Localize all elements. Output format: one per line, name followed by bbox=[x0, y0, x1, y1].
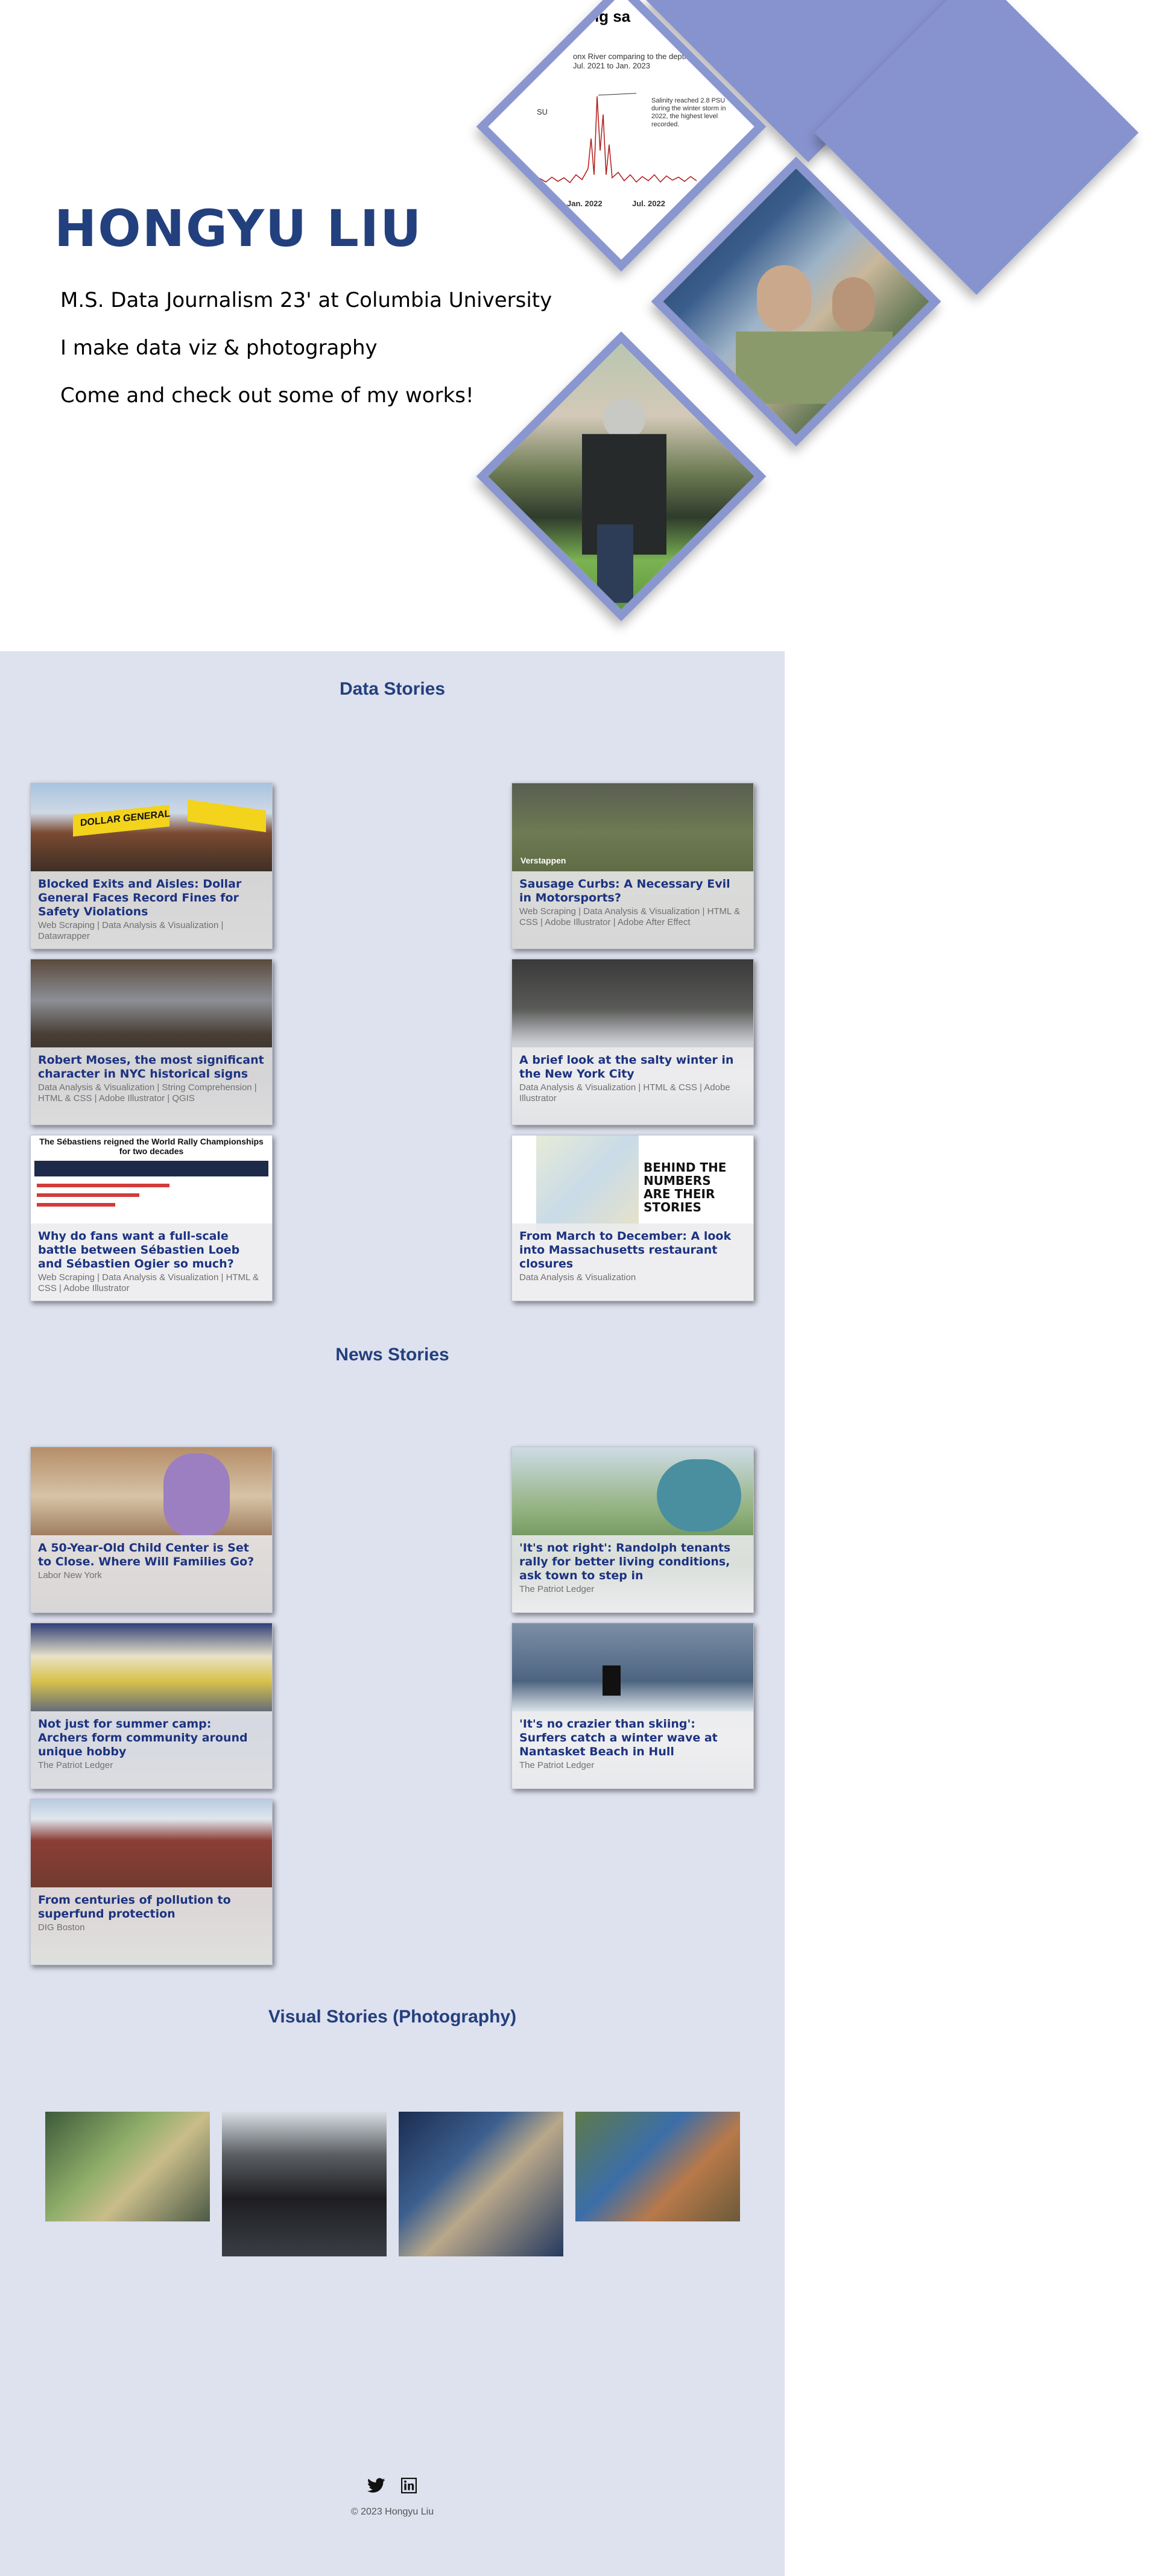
linkedin-icon[interactable] bbox=[400, 2477, 418, 2495]
map-graphic bbox=[536, 1135, 639, 1232]
chart-xtick-jul2022: Jul. 2022 bbox=[632, 199, 665, 208]
card-title: A brief look at the salty winter in the … bbox=[519, 1053, 734, 1081]
card-tags: Web Scraping | Data Analysis & Visualiza… bbox=[519, 906, 741, 927]
news-story-card[interactable]: A 50-Year-Old Child Center is Set to Clo… bbox=[30, 1447, 273, 1613]
card-title: From March to December: A look into Mass… bbox=[519, 1230, 732, 1271]
card-title: Robert Moses, the most significant chara… bbox=[38, 1053, 264, 1081]
chart-description: onx River comparing to the depth o Jul. 2… bbox=[573, 52, 695, 71]
news-story-card[interactable]: Not just for summer camp: Archers form c… bbox=[30, 1623, 273, 1789]
news-story-card[interactable]: 'It's no crazier than skiing': Surfers c… bbox=[511, 1623, 754, 1789]
data-story-card[interactable]: Verstappen Sausage Curbs: A Necessary Ev… bbox=[511, 783, 754, 949]
card-tags: The Patriot Ledger bbox=[519, 1760, 595, 1770]
annotation-leader bbox=[598, 93, 637, 96]
card-tags: Data Analysis & Visualization | HTML & C… bbox=[519, 1082, 730, 1103]
card-tags: Data Analysis & Visualization | String C… bbox=[38, 1082, 257, 1103]
chart-title-fragment: ing sa bbox=[585, 7, 631, 25]
tagline-invite: Come and check out some of my works! bbox=[60, 384, 474, 408]
card-title: 'It's not right': Randolph tenants rally… bbox=[519, 1541, 731, 1582]
card-tags: Data Analysis & Visualization bbox=[519, 1272, 636, 1283]
photo-thumbnail[interactable] bbox=[399, 2112, 563, 2256]
photo-thumbnail[interactable] bbox=[45, 2112, 210, 2221]
social-links bbox=[367, 2477, 418, 2495]
card-tags: Labor New York bbox=[38, 1570, 102, 1580]
copyright-text: © 2023 Hongyu Liu bbox=[350, 2507, 434, 2517]
chart-headline: The Sébastiens reigned the World Rally C… bbox=[39, 1137, 264, 1156]
tagline-education: M.S. Data Journalism 23' at Columbia Uni… bbox=[60, 288, 552, 312]
site-name: HONGYU LIU bbox=[54, 199, 423, 258]
card-tags: Web Scraping | Data Analysis & Visualiza… bbox=[38, 920, 224, 941]
data-story-card[interactable]: The Sébastiens reigned the World Rally C… bbox=[30, 1135, 273, 1301]
data-story-card[interactable]: DOLLAR GENERAL Blocked Exits and Aisles:… bbox=[30, 783, 273, 949]
section-title-news-stories: News Stories bbox=[335, 1345, 449, 1365]
card-tags: Web Scraping | Data Analysis & Visualiza… bbox=[38, 1272, 259, 1293]
driver-label: Verstappen bbox=[520, 856, 566, 865]
promo-text: BEHIND THE NUMBERS ARE THEIR STORIES bbox=[644, 1160, 727, 1214]
card-title: 'It's no crazier than skiing': Surfers c… bbox=[519, 1717, 718, 1758]
card-title: Why do fans want a full-scale battle bet… bbox=[38, 1230, 240, 1271]
news-story-card[interactable]: 'It's not right': Randolph tenants rally… bbox=[511, 1447, 754, 1613]
data-story-card[interactable]: Robert Moses, the most significant chara… bbox=[30, 959, 273, 1125]
featured-photo-protest-diamond[interactable] bbox=[476, 331, 767, 622]
card-title: From centuries of pollution to superfund… bbox=[38, 1893, 231, 1921]
photo-thumbnail[interactable] bbox=[575, 2112, 740, 2221]
card-title: Sausage Curbs: A Necessary Evil in Motor… bbox=[519, 877, 730, 904]
card-title: Blocked Exits and Aisles: Dollar General… bbox=[38, 877, 242, 918]
card-title: A 50-Year-Old Child Center is Set to Clo… bbox=[38, 1541, 255, 1568]
card-tags: The Patriot Ledger bbox=[38, 1760, 113, 1770]
twitter-icon[interactable] bbox=[367, 2477, 385, 2495]
chart-annotation: Salinity reached 2.8 PSU during the winte… bbox=[651, 97, 726, 128]
chart-y-label: SU bbox=[537, 107, 548, 116]
news-story-card[interactable]: From centuries of pollution to superfund… bbox=[30, 1799, 273, 1965]
card-tags: DIG Boston bbox=[38, 1922, 85, 1933]
card-title: Not just for summer camp: Archers form c… bbox=[38, 1717, 248, 1758]
tagline-work: I make data viz & photography bbox=[60, 336, 378, 360]
chart-xtick-jan2022: Jan. 2022 bbox=[567, 199, 603, 208]
data-story-card[interactable]: A brief look at the salty winter in the … bbox=[511, 959, 754, 1125]
card-tags: The Patriot Ledger bbox=[519, 1584, 595, 1594]
photo-thumbnail[interactable] bbox=[222, 2112, 387, 2256]
hero-section: HONGYU LIU M.S. Data Journalism 23' at C… bbox=[0, 0, 1158, 651]
protest-photo bbox=[476, 343, 766, 622]
section-title-visual-stories: Visual Stories (Photography) bbox=[268, 2007, 517, 2027]
data-story-card[interactable]: BEHIND THE NUMBERS ARE THEIR STORIES Fro… bbox=[511, 1135, 754, 1301]
section-title-data-stories: Data Stories bbox=[339, 679, 446, 699]
